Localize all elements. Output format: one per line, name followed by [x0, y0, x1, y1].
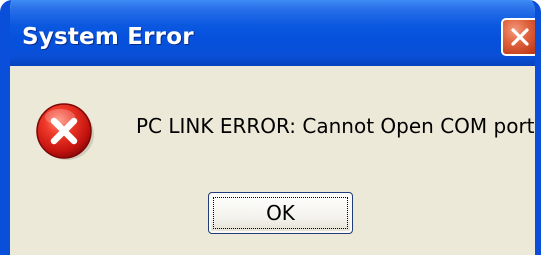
error-message: PC LINK ERROR: Cannot Open COM port: [136, 114, 535, 138]
window-title: System Error: [22, 24, 194, 50]
error-icon: [36, 103, 94, 160]
title-bar[interactable]: System Error: [10, 0, 535, 66]
dialog-content: PC LINK ERROR: Cannot Open COM port OK: [10, 66, 535, 255]
ok-button-label: OK: [266, 201, 295, 225]
close-icon: [511, 28, 529, 46]
close-button[interactable]: [501, 18, 535, 56]
ok-button[interactable]: OK: [208, 192, 353, 234]
system-error-dialog: System Error PC LINK ERROR: Cannot Open …: [0, 0, 541, 255]
